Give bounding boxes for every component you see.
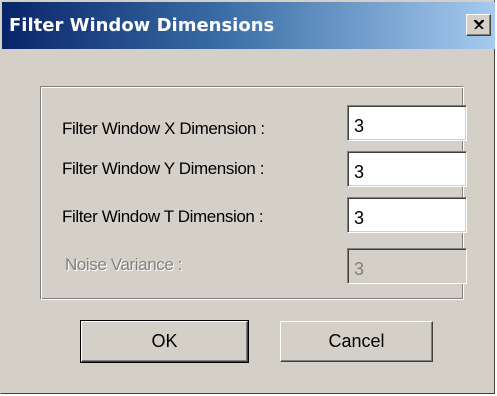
filter-window-dimensions-dialog: Filter Window Dimensions Filter Window X…	[0, 0, 495, 394]
y-dimension-input[interactable]	[347, 151, 467, 187]
title-bar[interactable]: Filter Window Dimensions	[2, 2, 495, 49]
dialog-title: Filter Window Dimensions	[9, 15, 275, 36]
x-dimension-label: Filter Window X Dimension :	[62, 119, 265, 138]
t-dimension-input[interactable]	[347, 197, 467, 233]
cancel-button[interactable]: Cancel	[280, 321, 433, 362]
ok-button[interactable]: OK	[80, 320, 249, 363]
t-dimension-label: Filter Window T Dimension :	[62, 207, 264, 226]
noise-variance-input	[347, 248, 467, 284]
noise-variance-label: Noise Variance :	[65, 255, 183, 274]
close-button[interactable]	[466, 14, 491, 36]
close-icon	[474, 20, 484, 29]
y-dimension-label: Filter Window Y Dimension :	[62, 159, 265, 178]
x-dimension-input[interactable]	[347, 105, 467, 141]
